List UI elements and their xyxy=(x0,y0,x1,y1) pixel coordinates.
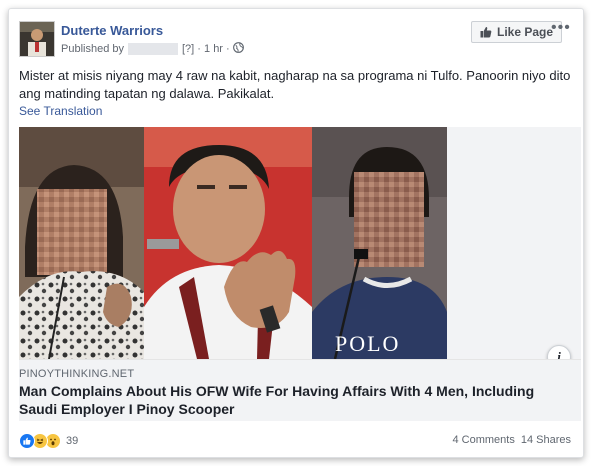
help-marker[interactable]: [?] xyxy=(182,43,194,55)
comments-count-link[interactable]: 4 Comments xyxy=(452,434,514,446)
like-page-button[interactable]: Like Page xyxy=(471,21,563,43)
like-page-label: Like Page xyxy=(497,25,554,39)
link-preview-caption[interactable]: PINOYTHINKING.NET Man Complains About Hi… xyxy=(19,359,581,421)
like-reaction-icon xyxy=(19,433,35,449)
post-meta: Published by [?] · 1 hr · xyxy=(61,42,244,56)
post-header: Duterte Warriors Published by [?] · 1 hr… xyxy=(19,19,573,63)
svg-text:POLO: POLO xyxy=(335,331,400,356)
link-title[interactable]: Man Complains About His OFW Wife For Hav… xyxy=(19,382,567,418)
reaction-summary[interactable]: 39 xyxy=(19,433,78,449)
page-name-link[interactable]: Duterte Warriors xyxy=(61,23,163,38)
redacted-publisher xyxy=(128,43,178,55)
link-preview-image[interactable]: POLO i xyxy=(19,127,581,369)
post-timestamp[interactable]: 1 hr xyxy=(204,43,223,55)
shares-count-link[interactable]: 14 Shares xyxy=(521,434,571,446)
more-options-icon[interactable]: ••• xyxy=(551,19,571,37)
engagement-stats: 4 Comments 14 Shares xyxy=(452,434,571,446)
thumbs-up-icon xyxy=(480,26,492,38)
meta-separator: · xyxy=(194,43,205,55)
post-message: Mister at misis niyang may 4 raw na kabi… xyxy=(19,68,571,101)
news-photo: POLO xyxy=(19,127,447,359)
page-avatar[interactable] xyxy=(19,21,55,57)
link-domain: PINOYTHINKING.NET xyxy=(19,368,135,380)
avatar-image xyxy=(20,22,54,56)
post-card: Duterte Warriors Published by [?] · 1 hr… xyxy=(8,8,584,458)
reaction-count: 39 xyxy=(66,435,79,447)
globe-icon xyxy=(232,42,244,56)
meta-separator: · xyxy=(222,43,230,55)
published-by-label: Published by xyxy=(61,43,124,55)
post-footer: 39 4 Comments 14 Shares xyxy=(19,433,571,451)
see-translation-link[interactable]: See Translation xyxy=(19,104,102,118)
